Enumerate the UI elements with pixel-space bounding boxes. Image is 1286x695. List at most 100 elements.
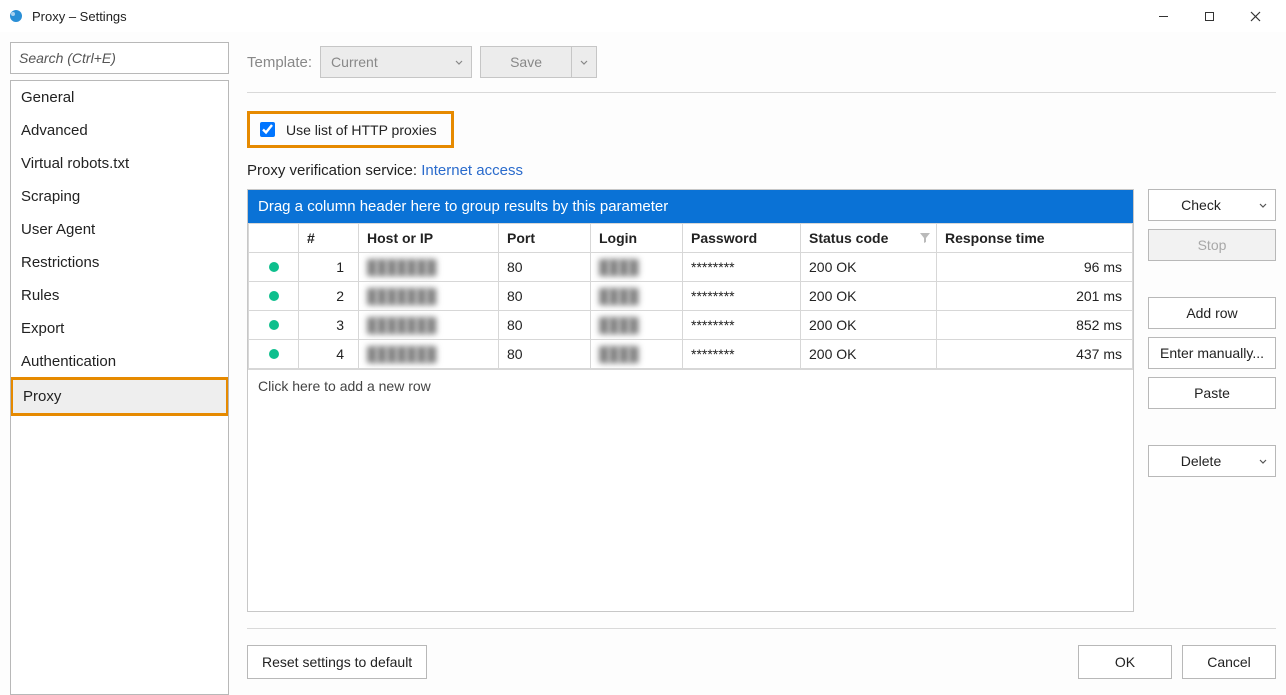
table-row[interactable]: 1███████80████********200 OK96 ms bbox=[249, 253, 1133, 282]
table-row[interactable]: 4███████80████********200 OK437 ms bbox=[249, 340, 1133, 369]
save-split-button: Save bbox=[480, 46, 597, 78]
cancel-label: Cancel bbox=[1207, 654, 1251, 670]
cell-port[interactable]: 80 bbox=[499, 282, 591, 311]
add-row-button[interactable]: Add row bbox=[1148, 297, 1276, 329]
paste-button[interactable]: Paste bbox=[1148, 377, 1276, 409]
cell-response-time: 201 ms bbox=[937, 282, 1133, 311]
verify-row: Proxy verification service: Internet acc… bbox=[247, 162, 1276, 179]
cell-login[interactable]: ████ bbox=[591, 311, 683, 340]
col-login[interactable]: Login bbox=[591, 224, 683, 253]
col-status-dot[interactable] bbox=[249, 224, 299, 253]
titlebar: Proxy – Settings bbox=[0, 0, 1286, 32]
check-button[interactable]: Check bbox=[1148, 189, 1276, 221]
save-label: Save bbox=[510, 54, 542, 70]
cell-password[interactable]: ******** bbox=[683, 311, 801, 340]
template-value: Current bbox=[331, 54, 378, 70]
nav-list: GeneralAdvancedVirtual robots.txtScrapin… bbox=[10, 80, 229, 695]
template-dropdown[interactable]: Current bbox=[320, 46, 472, 78]
search-placeholder: Search (Ctrl+E) bbox=[19, 50, 116, 66]
cell-port[interactable]: 80 bbox=[499, 253, 591, 282]
sidebar-item-rules[interactable]: Rules bbox=[11, 279, 228, 312]
cell-status: 200 OK bbox=[801, 311, 937, 340]
sidebar-item-general[interactable]: General bbox=[11, 81, 228, 114]
sidebar-item-virtual-robots-txt[interactable]: Virtual robots.txt bbox=[11, 147, 228, 180]
cell-password[interactable]: ******** bbox=[683, 253, 801, 282]
col-password[interactable]: Password bbox=[683, 224, 801, 253]
group-by-bar[interactable]: Drag a column header here to group resul… bbox=[248, 190, 1133, 223]
close-button[interactable] bbox=[1232, 1, 1278, 31]
table-row[interactable]: 2███████80████********200 OK201 ms bbox=[249, 282, 1133, 311]
col-number[interactable]: # bbox=[299, 224, 359, 253]
side-buttons: Check Stop Add row Enter manually... Pas… bbox=[1148, 189, 1276, 612]
cell-response-time: 96 ms bbox=[937, 253, 1133, 282]
ok-button[interactable]: OK bbox=[1078, 645, 1172, 679]
cell-host[interactable]: ███████ bbox=[359, 253, 499, 282]
search-input[interactable]: Search (Ctrl+E) bbox=[10, 42, 229, 74]
status-dot-icon bbox=[269, 320, 279, 330]
cell-login[interactable]: ████ bbox=[591, 253, 683, 282]
cell-host[interactable]: ███████ bbox=[359, 311, 499, 340]
table-row[interactable]: 3███████80████********200 OK852 ms bbox=[249, 311, 1133, 340]
grid-empty-area bbox=[248, 402, 1133, 611]
cell-login[interactable]: ████ bbox=[591, 282, 683, 311]
stop-label: Stop bbox=[1198, 237, 1227, 253]
cell-response-time: 437 ms bbox=[937, 340, 1133, 369]
app-icon bbox=[8, 8, 24, 24]
use-proxy-list-input[interactable] bbox=[260, 122, 275, 137]
cell-status: 200 OK bbox=[801, 340, 937, 369]
sidebar-item-authentication[interactable]: Authentication bbox=[11, 345, 228, 378]
add-row-hint[interactable]: Click here to add a new row bbox=[248, 369, 1133, 402]
body: Search (Ctrl+E) GeneralAdvancedVirtual r… bbox=[0, 32, 1286, 695]
status-dot-icon bbox=[269, 291, 279, 301]
enter-manually-button[interactable]: Enter manually... bbox=[1148, 337, 1276, 369]
sidebar-item-export[interactable]: Export bbox=[11, 312, 228, 345]
save-button[interactable]: Save bbox=[480, 46, 572, 78]
template-label: Template: bbox=[247, 54, 312, 71]
check-label: Check bbox=[1181, 197, 1221, 213]
col-status-code[interactable]: Status code bbox=[801, 224, 937, 253]
cell-password[interactable]: ******** bbox=[683, 340, 801, 369]
filter-icon[interactable] bbox=[920, 230, 930, 246]
proxy-table: # Host or IP Port Login Password Status … bbox=[248, 223, 1133, 369]
col-port[interactable]: Port bbox=[499, 224, 591, 253]
cell-login[interactable]: ████ bbox=[591, 340, 683, 369]
col-host[interactable]: Host or IP bbox=[359, 224, 499, 253]
sidebar-item-user-agent[interactable]: User Agent bbox=[11, 213, 228, 246]
reset-button[interactable]: Reset settings to default bbox=[247, 645, 427, 679]
minimize-button[interactable] bbox=[1140, 1, 1186, 31]
sidebar-item-scraping[interactable]: Scraping bbox=[11, 180, 228, 213]
cell-number: 1 bbox=[299, 253, 359, 282]
ok-label: OK bbox=[1115, 654, 1135, 670]
cell-host[interactable]: ███████ bbox=[359, 340, 499, 369]
sidebar-item-proxy[interactable]: Proxy bbox=[10, 377, 229, 416]
cell-password[interactable]: ******** bbox=[683, 282, 801, 311]
cell-host[interactable]: ███████ bbox=[359, 282, 499, 311]
use-proxy-list-checkbox[interactable]: Use list of HTTP proxies bbox=[247, 111, 454, 148]
enter-manually-label: Enter manually... bbox=[1160, 345, 1264, 361]
cancel-button[interactable]: Cancel bbox=[1182, 645, 1276, 679]
maximize-button[interactable] bbox=[1186, 1, 1232, 31]
col-response-time[interactable]: Response time bbox=[937, 224, 1133, 253]
cell-response-time: 852 ms bbox=[937, 311, 1133, 340]
template-row: Template: Current Save bbox=[247, 42, 1276, 93]
cell-port[interactable]: 80 bbox=[499, 340, 591, 369]
delete-button[interactable]: Delete bbox=[1148, 445, 1276, 477]
cell-number: 3 bbox=[299, 311, 359, 340]
window-controls bbox=[1140, 1, 1278, 31]
use-proxy-list-label: Use list of HTTP proxies bbox=[286, 122, 437, 138]
verify-link[interactable]: Internet access bbox=[421, 162, 523, 179]
main-panel: Template: Current Save Use list of HTTP … bbox=[247, 42, 1276, 695]
sidebar-item-advanced[interactable]: Advanced bbox=[11, 114, 228, 147]
cell-number: 4 bbox=[299, 340, 359, 369]
save-dropdown-button[interactable] bbox=[572, 46, 597, 78]
settings-window: Proxy – Settings Search (Ctrl+E) General… bbox=[0, 0, 1286, 695]
verify-label: Proxy verification service: bbox=[247, 162, 421, 179]
table-header-row: # Host or IP Port Login Password Status … bbox=[249, 224, 1133, 253]
chevron-down-icon bbox=[580, 54, 588, 70]
sidebar-item-restrictions[interactable]: Restrictions bbox=[11, 246, 228, 279]
paste-label: Paste bbox=[1194, 385, 1230, 401]
cell-status: 200 OK bbox=[801, 282, 937, 311]
content-row: Drag a column header here to group resul… bbox=[247, 189, 1276, 612]
cell-port[interactable]: 80 bbox=[499, 311, 591, 340]
sidebar: Search (Ctrl+E) GeneralAdvancedVirtual r… bbox=[10, 42, 229, 695]
